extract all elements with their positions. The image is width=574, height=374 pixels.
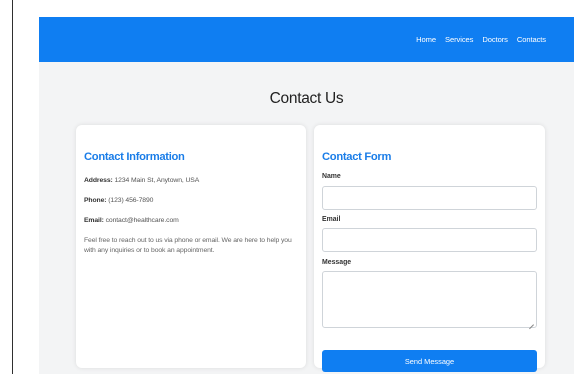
nav-links: Home Services Doctors Contacts bbox=[416, 17, 546, 62]
nav-link-contacts[interactable]: Contacts bbox=[517, 35, 546, 44]
page-title: Contact Us bbox=[269, 90, 344, 107]
name-field-label: Name bbox=[322, 173, 341, 180]
nav-link-doctors[interactable]: Doctors bbox=[482, 35, 508, 44]
phone-line: Phone: (123) 456-7890 bbox=[84, 197, 153, 204]
email-label: Email: bbox=[84, 217, 104, 224]
phone-label: Phone: bbox=[84, 197, 107, 204]
resize-handle-icon[interactable] bbox=[529, 320, 534, 325]
phone-value: (123) 456-7890 bbox=[108, 197, 154, 204]
email-input[interactable] bbox=[322, 228, 537, 252]
address-label: Address: bbox=[84, 177, 113, 184]
navbar: Home Services Doctors Contacts bbox=[39, 17, 574, 62]
left-divider-line bbox=[12, 0, 13, 374]
send-message-button[interactable]: Send Message bbox=[322, 350, 537, 372]
name-input[interactable] bbox=[322, 186, 537, 210]
contact-description: Feel free to reach out to us via phone o… bbox=[84, 237, 292, 254]
email-value: contact@healthcare.com bbox=[105, 217, 179, 224]
contact-form-title: Contact Form bbox=[322, 151, 392, 163]
page-container: Home Services Doctors Contacts Contact U… bbox=[39, 17, 574, 374]
contact-information-card: Contact Information Address: 1234 Main S… bbox=[76, 125, 306, 368]
address-value: 1234 Main St, Anytown, USA bbox=[114, 177, 200, 184]
contact-information-title: Contact Information bbox=[84, 151, 185, 163]
contact-form-card: Contact Form Name Email Message Send Mes… bbox=[314, 125, 545, 372]
nav-link-home[interactable]: Home bbox=[416, 35, 436, 44]
message-textarea-wrapper bbox=[322, 271, 537, 328]
address-line: Address: 1234 Main St, Anytown, USA bbox=[84, 177, 199, 184]
nav-link-services[interactable]: Services bbox=[445, 35, 473, 44]
message-field-label: Message bbox=[322, 259, 352, 266]
email-line: Email: contact@healthcare.com bbox=[84, 217, 179, 224]
email-field-label: Email bbox=[322, 216, 341, 223]
message-textarea[interactable] bbox=[322, 271, 537, 328]
